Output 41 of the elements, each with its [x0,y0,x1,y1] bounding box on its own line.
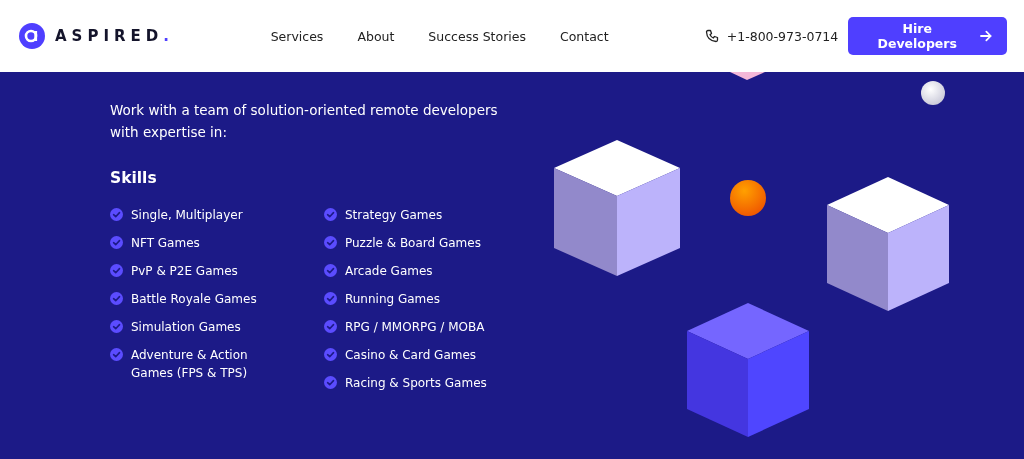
check-icon [323,208,337,221]
brand-dot: . [163,27,169,45]
nav-link[interactable]: Contact [559,28,609,44]
skill-text: Single, Multiplayer [131,207,243,224]
skills-heading: Skills [110,169,158,187]
check-icon [323,320,337,333]
check-icon [110,208,123,221]
skill-text: Arcade Games [344,263,433,280]
check-icon [323,348,337,361]
sphere-drawing [730,180,766,216]
check-icon [323,376,337,389]
skill-text: Battle Royale Games [131,291,257,308]
nav-link[interactable]: Services [270,28,324,44]
arrow-right-icon [980,30,993,42]
skill-text: NFT Games [131,235,200,252]
hire-developers-button[interactable]: Hire Developers [848,17,1007,55]
skill-text: Casino & Card Games [344,347,477,364]
skill-text: Racing & Sports Games [344,375,487,392]
nav-link[interactable]: About [357,28,395,44]
skill-text: PvP & P2E Games [131,263,238,280]
check-icon [110,348,123,361]
check-icon [323,236,337,249]
skill-text: Adventure & Action Games (FPS & TPS) [131,347,249,382]
skill-text: Puzzle & Board Games [344,235,481,252]
check-icon [323,292,337,305]
check-icon [110,320,123,333]
check-icon [110,236,123,249]
phone-icon [704,29,719,43]
intro-text: Work with a team of solution-oriented remote developers with expertise in: [110,101,499,142]
sphere-drawing [921,81,945,105]
check-icon [110,292,123,305]
nav-link[interactable]: Success Stories [428,28,526,44]
brand-name: ASPIRED [55,27,164,45]
skill-text: Strategy Games [344,207,443,224]
skill-text: Simulation Games [131,319,241,336]
check-icon [323,264,337,277]
logo-icon [19,23,45,49]
skill-text: Running Games [344,291,440,308]
check-icon [110,264,123,277]
phone-link[interactable]: +1-800-973-0714 [726,28,839,44]
skill-text: RPG / MMORPG / MOBA [344,319,485,336]
